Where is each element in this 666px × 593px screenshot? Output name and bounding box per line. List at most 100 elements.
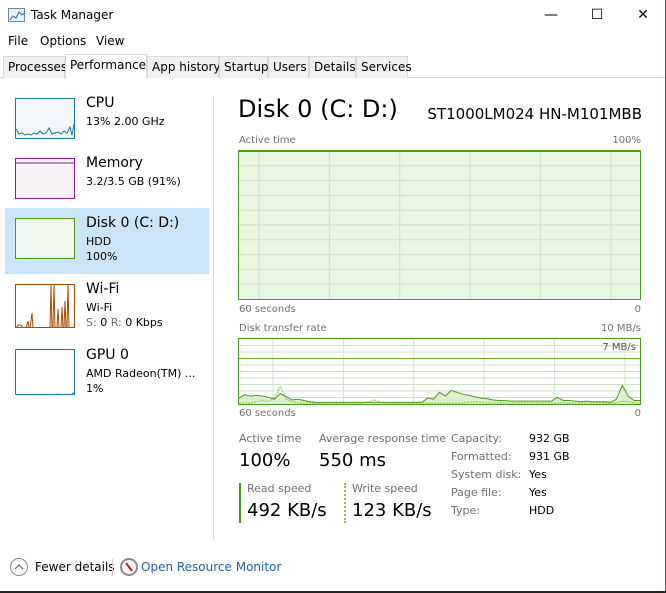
wifi-send-value: 0 xyxy=(100,316,108,329)
type-value: HDD xyxy=(529,504,555,517)
active-time-graph-label: Active time xyxy=(239,135,296,146)
fewer-details-button[interactable]: Fewer details xyxy=(35,560,115,574)
fewer-details-toggle[interactable] xyxy=(10,558,28,576)
minimize-button[interactable]: — xyxy=(528,0,574,30)
transfer-rate-ref-label: 7 MB/s xyxy=(602,342,636,353)
tab-app-history[interactable]: App history xyxy=(147,56,221,78)
active-time-label: Active time xyxy=(239,432,302,445)
active-time-graph-duration: 60 seconds xyxy=(239,304,296,315)
wifi-thumbnail-line xyxy=(16,285,70,327)
sidebar-item-cpu[interactable]: CPU 13% 2.00 GHz xyxy=(5,90,209,154)
formatted-value: 931 GB xyxy=(529,450,570,463)
memory-title: Memory xyxy=(86,155,143,171)
tab-label: Startup xyxy=(224,60,269,74)
write-speed-marker xyxy=(344,483,346,523)
tab-label: Processes xyxy=(8,60,68,74)
tab-performance[interactable]: Performance xyxy=(65,54,147,79)
sidebar-item-wifi[interactable]: Wi-Fi Wi-Fi S: 0 R: 0 Kbps xyxy=(5,276,209,340)
type-label: Type: xyxy=(451,504,480,517)
system-disk-label: System disk: xyxy=(451,468,522,481)
tab-users[interactable]: Users xyxy=(268,56,309,78)
menu-view[interactable]: View xyxy=(96,34,124,48)
resource-monitor-icon xyxy=(120,558,138,576)
system-disk-value: Yes xyxy=(529,468,547,481)
disk-model: ST1000LM024 HN-M101MBB xyxy=(427,105,642,123)
tab-details[interactable]: Details xyxy=(309,56,356,78)
disk-title: Disk 0 (C: D:) xyxy=(86,215,180,231)
capacity-label: Capacity: xyxy=(451,432,502,445)
wifi-receive-value: 0 Kbps xyxy=(125,316,163,329)
read-speed-value: 492 KB/s xyxy=(247,500,327,521)
disk-type: HDD xyxy=(86,235,112,248)
wifi-receive-label: R: xyxy=(110,316,122,329)
memory-thumbnail-graph xyxy=(15,158,75,199)
sidebar-item-memory[interactable]: Memory 3.2/3.5 GB (91%) xyxy=(5,150,209,214)
tab-label: Users xyxy=(273,60,307,74)
footer-bar: Fewer details Open Resource Monitor xyxy=(0,555,665,581)
task-manager-app-icon xyxy=(8,8,26,22)
tab-bar: Processes Performance App history Startu… xyxy=(0,54,665,79)
disk-thumbnail-graph xyxy=(15,218,75,259)
active-time-graph-min: 0 xyxy=(634,304,641,315)
chevron-up-icon xyxy=(14,564,24,570)
transfer-rate-graph-max: 10 MB/s xyxy=(601,323,641,334)
sidebar-item-gpu-0[interactable]: GPU 0 AMD Radeon(TM) ... 1% xyxy=(5,342,209,406)
gpu-thumbnail-line xyxy=(56,391,74,394)
cpu-thumbnail-graph xyxy=(15,98,75,139)
cpu-thumbnail-line xyxy=(16,123,74,136)
task-manager-window: Task Manager — ☐ ✕ File Options View Pro… xyxy=(0,0,666,593)
sidebar-divider xyxy=(213,97,214,540)
transfer-rate-graph-min: 0 xyxy=(634,408,641,419)
footer-separator xyxy=(112,559,113,576)
gpu-thumbnail-graph xyxy=(15,349,75,395)
memory-usage: 3.2/3.5 GB (91%) xyxy=(86,175,181,188)
sidebar-item-disk-0[interactable]: Disk 0 (C: D:) HDD 100% xyxy=(5,208,209,274)
transfer-rate-graph: 7 MB/s xyxy=(238,338,641,405)
close-icon: ✕ xyxy=(637,7,649,23)
tab-label: App history xyxy=(152,60,221,74)
close-button[interactable]: ✕ xyxy=(620,0,666,30)
tab-label: Performance xyxy=(70,58,147,72)
page-file-label: Page file: xyxy=(451,486,502,499)
read-speed-label: Read speed xyxy=(247,482,312,495)
avg-response-value: 550 ms xyxy=(319,450,386,471)
menu-bar: File Options View xyxy=(0,32,665,52)
tab-processes[interactable]: Processes xyxy=(3,56,68,78)
tab-startup[interactable]: Startup xyxy=(219,56,269,78)
disk-heading: Disk 0 (C: D:) xyxy=(238,95,398,123)
menu-options[interactable]: Options xyxy=(40,34,86,48)
wifi-thumbnail-graph xyxy=(15,284,75,328)
formatted-label: Formatted: xyxy=(451,450,512,463)
transfer-rate-graph-duration: 60 seconds xyxy=(239,408,296,419)
active-time-value: 100% xyxy=(239,450,291,471)
gpu-name: AMD Radeon(TM) ... xyxy=(86,367,196,380)
tab-services[interactable]: Services xyxy=(356,56,412,78)
transfer-rate-graph-label: Disk transfer rate xyxy=(239,323,327,334)
maximize-icon: ☐ xyxy=(590,7,604,23)
tab-label: Details xyxy=(314,60,356,74)
write-speed-label: Write speed xyxy=(352,482,418,495)
tab-label: Services xyxy=(361,60,412,74)
wifi-send-label: S: xyxy=(86,316,97,329)
gpu-usage: 1% xyxy=(86,382,104,395)
active-time-graph xyxy=(238,150,641,300)
wifi-title: Wi-Fi xyxy=(86,281,120,297)
minimize-icon: — xyxy=(544,7,558,23)
wifi-adapter: Wi-Fi xyxy=(86,301,113,314)
menu-file[interactable]: File xyxy=(8,34,28,48)
cpu-usage: 13% 2.00 GHz xyxy=(86,115,165,128)
window-title: Task Manager xyxy=(31,8,114,22)
wifi-throughput: S: 0 R: 0 Kbps xyxy=(86,316,163,329)
maximize-button[interactable]: ☐ xyxy=(574,0,620,30)
disk-usage: 100% xyxy=(86,250,118,263)
avg-response-label: Average response time xyxy=(319,432,446,445)
title-bar[interactable]: Task Manager — ☐ ✕ xyxy=(0,0,665,32)
active-time-graph-max: 100% xyxy=(612,135,641,146)
read-speed-marker xyxy=(239,483,241,523)
write-speed-value: 123 KB/s xyxy=(352,500,432,521)
open-resource-monitor-link[interactable]: Open Resource Monitor xyxy=(141,560,281,574)
gpu-title: GPU 0 xyxy=(86,347,129,363)
cpu-title: CPU xyxy=(86,95,115,111)
page-file-value: Yes xyxy=(529,486,547,499)
capacity-value: 932 GB xyxy=(529,432,570,445)
